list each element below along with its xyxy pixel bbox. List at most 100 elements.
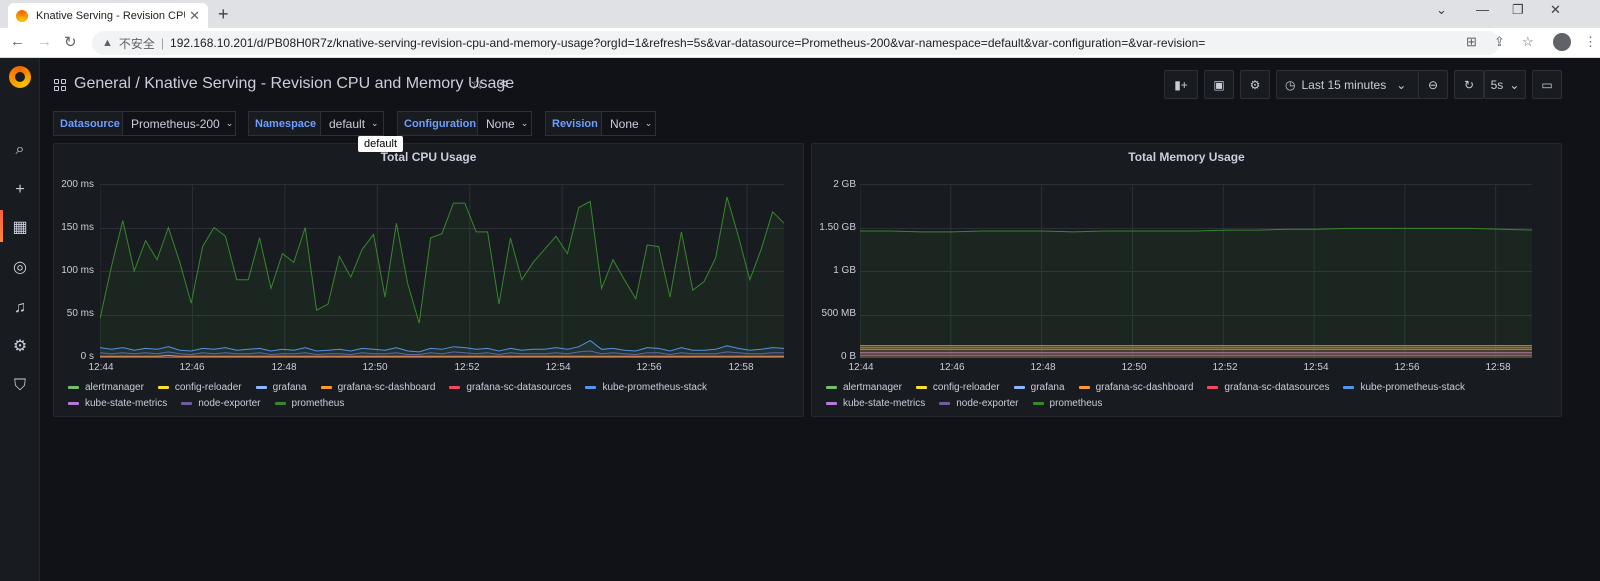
x-tick: 12:56	[636, 362, 662, 373]
add-panel-button[interactable]: ▮+	[1164, 70, 1198, 99]
legend-item-kube-prometheus-stack[interactable]: kube-prometheus-stack	[1343, 382, 1465, 393]
legend-item-kube-state-metrics[interactable]: kube-state-metrics	[826, 398, 925, 409]
x-tick: 12:52	[1212, 362, 1238, 373]
legend-label: node-exporter	[198, 398, 261, 409]
legend-label: grafana-sc-datasources	[1224, 382, 1330, 393]
legend-label: grafana	[1030, 382, 1065, 393]
legend-swatch	[1032, 402, 1044, 405]
panel-title[interactable]: Total CPU Usage	[54, 150, 803, 164]
legend-item-grafana-sc-datasources[interactable]: grafana-sc-datasources	[449, 382, 571, 393]
explore-compass-icon[interactable]: ◎	[10, 258, 30, 278]
refresh-interval-picker[interactable]: 5s ⌄	[1484, 70, 1526, 99]
legend-label: alertmanager	[85, 382, 144, 393]
kiosk-mode-button[interactable]: ▭	[1532, 70, 1562, 99]
legend-swatch	[915, 386, 927, 389]
variable-picker-namespace[interactable]: default ⌄	[320, 111, 384, 136]
zoom-out-button[interactable]: ⊖	[1418, 70, 1448, 99]
panel-title[interactable]: Total Memory Usage	[812, 150, 1561, 164]
tab-search-icon[interactable]: ⌄	[1436, 2, 1447, 18]
active-indicator	[0, 210, 3, 242]
y-tick: 200 ms	[61, 179, 94, 190]
dashboard-settings-button[interactable]: ⚙	[1240, 70, 1270, 99]
refresh-button[interactable]: ↻	[1454, 70, 1484, 99]
legend-label: config-reloader	[932, 382, 1000, 393]
x-tick: 12:50	[362, 362, 388, 373]
legend-item-node-exporter[interactable]: node-exporter	[939, 398, 1019, 409]
breadcrumb[interactable]: General / Knative Serving - Revision CPU…	[74, 75, 514, 93]
legend-item-grafana-sc-dashboard[interactable]: grafana-sc-dashboard	[1078, 382, 1193, 393]
url-text[interactable]: 192.168.10.201/d/PB08H0R7z/knative-servi…	[170, 36, 1205, 50]
minimize-icon[interactable]: —	[1476, 2, 1489, 17]
y-tick: 150 ms	[61, 222, 94, 233]
close-tab-icon[interactable]: ✕	[189, 8, 200, 24]
panel-cpu-usage: Total CPU Usage 200 ms 150 ms 100 ms 50 …	[53, 143, 804, 417]
legend-item-config-reloader[interactable]: config-reloader	[915, 382, 1000, 393]
refresh-interval-label: 5s	[1490, 77, 1504, 92]
forward-icon[interactable]: →	[37, 33, 52, 50]
cpu-plot-area[interactable]	[100, 184, 784, 358]
legend-item-prometheus[interactable]: prometheus	[1032, 398, 1103, 409]
translate-icon[interactable]: ⊞	[1466, 34, 1477, 50]
browser-menu-icon[interactable]: ⋮	[1584, 34, 1597, 50]
side-menu: ⌕ + ▦ ◎ ♫ ⚙ ⛉	[0, 58, 40, 581]
legend-item-grafana[interactable]: grafana	[255, 382, 307, 393]
close-window-icon[interactable]: ✕	[1550, 2, 1561, 18]
legend-swatch	[255, 386, 267, 389]
browser-tab[interactable]: Knative Serving - Revision CPU ✕	[8, 3, 208, 28]
variable-label-datasource: Datasource	[53, 111, 127, 136]
legend-label: grafana	[272, 382, 307, 393]
profile-avatar-icon[interactable]	[1553, 33, 1571, 51]
dashboard-grid-icon	[54, 79, 66, 91]
legend-item-grafana-sc-datasources[interactable]: grafana-sc-datasources	[1207, 382, 1329, 393]
bookmark-star-icon[interactable]: ☆	[1522, 34, 1534, 50]
legend-label: kube-state-metrics	[85, 398, 168, 409]
legend-item-alertmanager[interactable]: alertmanager	[68, 382, 144, 393]
omnibox[interactable]: ▲ 不安全 | 192.168.10.201/d/PB08H0R7z/knati…	[92, 31, 1500, 55]
panel-memory-usage: Total Memory Usage 2 GB 1.50 GB 1 GB 500…	[811, 143, 1562, 417]
save-dashboard-button[interactable]: ▣	[1204, 70, 1234, 99]
legend: alertmanager config-reloader grafana grafan…	[68, 382, 768, 414]
legend-item-grafana-sc-dashboard[interactable]: grafana-sc-dashboard	[320, 382, 435, 393]
variable-picker-revision[interactable]: None ⌄	[601, 111, 656, 136]
variable-label-namespace: Namespace	[248, 111, 324, 136]
x-tick: 12:54	[1303, 362, 1329, 373]
restore-icon[interactable]: ❐	[1512, 2, 1524, 18]
warning-icon[interactable]: ▲	[102, 37, 113, 49]
clock-icon: ◷	[1285, 77, 1296, 92]
alerting-bell-icon[interactable]: ♫	[10, 298, 30, 318]
search-icon[interactable]: ⌕	[10, 140, 30, 160]
legend-item-kube-prometheus-stack[interactable]: kube-prometheus-stack	[585, 382, 707, 393]
legend-item-grafana[interactable]: grafana	[1013, 382, 1065, 393]
y-tick: 1 GB	[833, 265, 856, 276]
legend-label: kube-state-metrics	[843, 398, 926, 409]
dashboards-icon[interactable]: ▦	[10, 218, 30, 238]
share-icon[interactable]: ⇪	[1494, 34, 1505, 50]
new-tab-icon[interactable]: +	[218, 4, 229, 25]
legend-item-node-exporter[interactable]: node-exporter	[181, 398, 261, 409]
legend-label: node-exporter	[956, 398, 1019, 409]
legend-item-alertmanager[interactable]: alertmanager	[826, 382, 902, 393]
x-tick: 12:58	[728, 362, 754, 373]
legend-label: prometheus	[1049, 398, 1103, 409]
x-tick: 12:58	[1485, 362, 1511, 373]
x-tick: 12:44	[88, 362, 114, 373]
legend-swatch	[585, 386, 597, 389]
variable-value: default	[329, 116, 366, 131]
time-picker-button[interactable]: ◷ Last 15 minutes ⌄	[1276, 70, 1420, 99]
legend-item-prometheus[interactable]: prometheus	[274, 398, 344, 409]
grafana-logo-icon[interactable]	[9, 66, 31, 88]
share-dashboard-icon[interactable]: ⋖	[498, 75, 510, 92]
legend-item-kube-state-metrics[interactable]: kube-state-metrics	[68, 398, 167, 409]
variable-picker-configuration[interactable]: None ⌄	[477, 111, 532, 136]
legend-row: kube-state-metrics node-exporter prometheu…	[826, 398, 1526, 409]
configuration-gear-icon[interactable]: ⚙	[10, 337, 30, 357]
variable-label-configuration: Configuration	[397, 111, 484, 136]
memory-plot-area[interactable]	[860, 184, 1532, 358]
variable-picker-datasource[interactable]: Prometheus-200 ⌄	[122, 111, 236, 136]
legend-item-config-reloader[interactable]: config-reloader	[157, 382, 242, 393]
shield-icon[interactable]: ⛉	[10, 376, 30, 396]
favorite-star-icon[interactable]: ☆	[470, 74, 484, 94]
create-plus-icon[interactable]: +	[10, 180, 30, 200]
back-icon[interactable]: ←	[10, 33, 25, 50]
reload-icon[interactable]: ↻	[64, 33, 77, 51]
